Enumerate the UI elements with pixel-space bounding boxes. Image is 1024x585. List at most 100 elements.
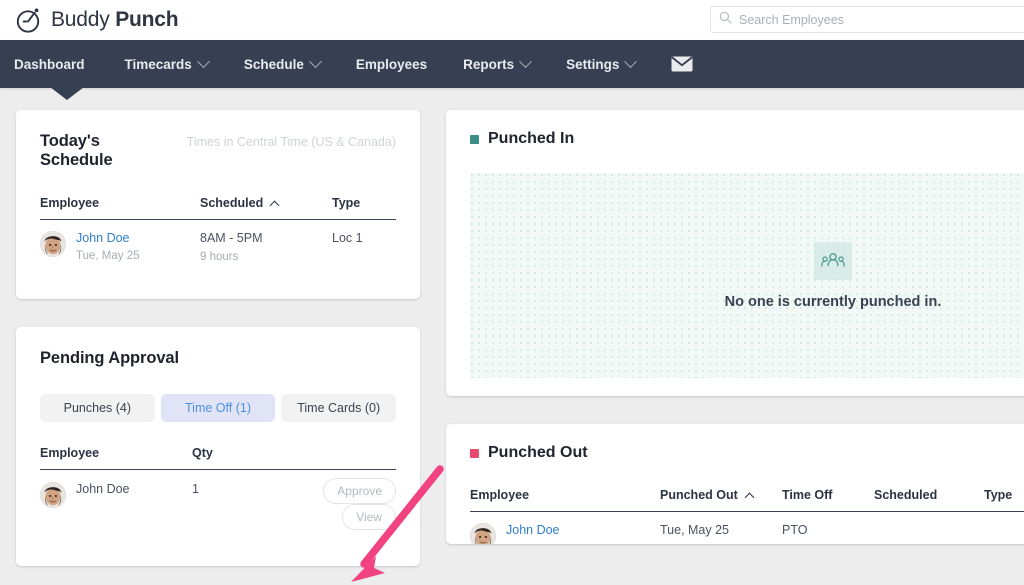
- pending-approval-card: Pending Approval Punches (4) Time Off (1…: [16, 327, 420, 566]
- envelope-icon[interactable]: [653, 56, 711, 72]
- avatar: [40, 482, 66, 508]
- table-row: John Doe Tue, May 25 PTO: [470, 512, 1024, 545]
- search-input[interactable]: [739, 7, 1024, 32]
- po-col-type[interactable]: Type: [984, 488, 1024, 512]
- schedule-table: Employee Scheduled Type John Doe Tue, Ma…: [40, 196, 396, 273]
- po-cell-punched-out: Tue, May 25: [660, 512, 782, 545]
- nav-label-dashboard: Dashboard: [14, 56, 85, 72]
- po-col-employee[interactable]: Employee: [470, 488, 660, 512]
- schedule-col-type-label: Type: [332, 196, 361, 210]
- employee-date: Tue, May 25: [76, 250, 140, 262]
- logo-text-bold: Punch: [115, 8, 179, 31]
- schedule-card-header: Today's Schedule Times in Central Time (…: [40, 132, 396, 170]
- employee-name: John Doe: [76, 482, 130, 496]
- tab-time-off[interactable]: Time Off (1): [160, 394, 276, 422]
- view-button[interactable]: View: [342, 504, 396, 530]
- approve-button[interactable]: Approve: [323, 478, 396, 504]
- punched-in-empty-state: No one is currently punched in.: [470, 173, 1024, 378]
- punched-out-card: Punched Out Employee Punched Out Time Of…: [446, 424, 1024, 544]
- schedule-cell-type: Loc 1: [332, 220, 396, 274]
- chevron-down-icon: [519, 54, 533, 68]
- po-col-punched-out[interactable]: Punched Out: [660, 488, 782, 512]
- nav-label-timecards: Timecards: [124, 56, 192, 72]
- punched-in-title: Punched In: [488, 130, 575, 147]
- punched-in-header: Punched In: [446, 130, 1024, 148]
- schedule-col-type[interactable]: Type: [332, 196, 396, 220]
- schedule-type: Loc 1: [332, 231, 363, 245]
- punched-out-header-row: Employee Punched Out Time Off Scheduled …: [470, 488, 1024, 512]
- nav-item-employees[interactable]: Employees: [338, 40, 445, 88]
- search-box[interactable]: [710, 6, 1024, 33]
- logo-text: Buddy Punch: [51, 8, 179, 32]
- po-cell-type: [984, 512, 1024, 545]
- nav-label-schedule: Schedule: [243, 56, 304, 72]
- nav-item-schedule[interactable]: Schedule: [226, 40, 338, 88]
- pending-cell-qty: 1: [192, 470, 302, 541]
- employee-name-link[interactable]: John Doe: [76, 231, 140, 245]
- avatar: [40, 231, 66, 257]
- po-cell-time-off: PTO: [782, 512, 874, 545]
- todays-schedule-card: Today's Schedule Times in Central Time (…: [16, 110, 420, 299]
- logo-text-light: Buddy: [51, 8, 110, 31]
- nav-item-dashboard[interactable]: Dashboard: [14, 40, 107, 100]
- people-group-icon: [813, 241, 852, 280]
- nav-item-reports[interactable]: Reports: [445, 40, 548, 88]
- table-row: John Doe 1 Approve View: [40, 470, 396, 541]
- chevron-down-icon: [196, 54, 210, 68]
- chevron-down-icon: [624, 54, 638, 68]
- schedule-col-scheduled[interactable]: Scheduled: [200, 196, 332, 220]
- schedule-col-employee-label: Employee: [40, 196, 100, 210]
- pending-approval-title: Pending Approval: [40, 349, 179, 367]
- left-column: Today's Schedule Times in Central Time (…: [16, 110, 420, 566]
- pending-col-actions: [302, 446, 396, 470]
- pending-table-header-row: Employee Qty: [40, 446, 396, 470]
- status-dot-punched-in: [470, 134, 479, 144]
- pending-cell-actions: Approve View: [302, 470, 396, 541]
- nav-item-settings[interactable]: Settings: [548, 40, 653, 88]
- status-dot-punched-out: [470, 448, 479, 458]
- punched-in-empty-text: No one is currently punched in.: [724, 293, 942, 310]
- schedule-cell-scheduled: 8AM - 5PM 9 hours: [200, 220, 332, 274]
- po-col-punched-out-label: Punched Out: [660, 488, 738, 502]
- punched-out-table: Employee Punched Out Time Off Scheduled …: [470, 488, 1024, 544]
- schedule-col-employee[interactable]: Employee: [40, 196, 200, 220]
- top-bar: Buddy Punch: [0, 0, 1024, 40]
- employee-name-link[interactable]: John Doe: [506, 523, 560, 537]
- pending-col-employee[interactable]: Employee: [40, 446, 192, 470]
- punched-out-table-wrap: Employee Punched Out Time Off Scheduled …: [446, 488, 1024, 544]
- stopwatch-icon: [14, 5, 44, 35]
- avatar: [470, 523, 496, 544]
- sort-asc-icon: [269, 200, 280, 210]
- punched-in-card: Punched In No one is currently punched i…: [446, 110, 1024, 396]
- po-cell-scheduled: [874, 512, 984, 545]
- chevron-down-icon: [308, 54, 322, 68]
- timezone-note: Times in Central Time (US & Canada): [186, 135, 396, 149]
- schedule-card-title: Today's Schedule: [40, 132, 113, 169]
- scheduled-hours: 8AM - 5PM: [200, 231, 263, 245]
- scheduled-duration: 9 hours: [200, 251, 239, 263]
- schedule-cell-employee: John Doe Tue, May 25: [40, 220, 200, 274]
- nav-label-reports: Reports: [463, 56, 515, 72]
- po-col-time-off[interactable]: Time Off: [782, 488, 874, 512]
- tab-punches[interactable]: Punches (4): [40, 394, 155, 422]
- nav-label-settings: Settings: [566, 56, 620, 72]
- dashboard-page: Today's Schedule Times in Central Time (…: [0, 88, 1024, 585]
- search-icon: [719, 11, 732, 29]
- pending-col-qty[interactable]: Qty: [192, 446, 302, 470]
- nav-label-employees: Employees: [355, 56, 428, 72]
- po-cell-employee: John Doe: [470, 512, 660, 544]
- pending-approval-tabs: Punches (4) Time Off (1) Time Cards (0): [40, 394, 397, 422]
- tab-time-cards[interactable]: Time Cards (0): [281, 394, 397, 422]
- schedule-table-header-row: Employee Scheduled Type: [40, 196, 396, 220]
- punched-out-header: Punched Out: [446, 444, 1024, 462]
- po-col-scheduled[interactable]: Scheduled: [874, 488, 984, 512]
- pending-qty: 1: [192, 482, 199, 496]
- app-logo[interactable]: Buddy Punch: [14, 5, 179, 35]
- po-time-off-value: PTO: [782, 523, 808, 537]
- sort-asc-icon: [744, 492, 755, 502]
- po-punched-out-value: Tue, May 25: [660, 523, 730, 537]
- right-column: Punched In No one is currently punched i…: [446, 110, 1024, 544]
- table-row: John Doe Tue, May 25 8AM - 5PM 9 hours L…: [40, 220, 396, 274]
- pending-approval-table: Employee Qty John Doe 1 Approve View: [40, 446, 396, 540]
- nav-item-timecards[interactable]: Timecards: [107, 40, 226, 88]
